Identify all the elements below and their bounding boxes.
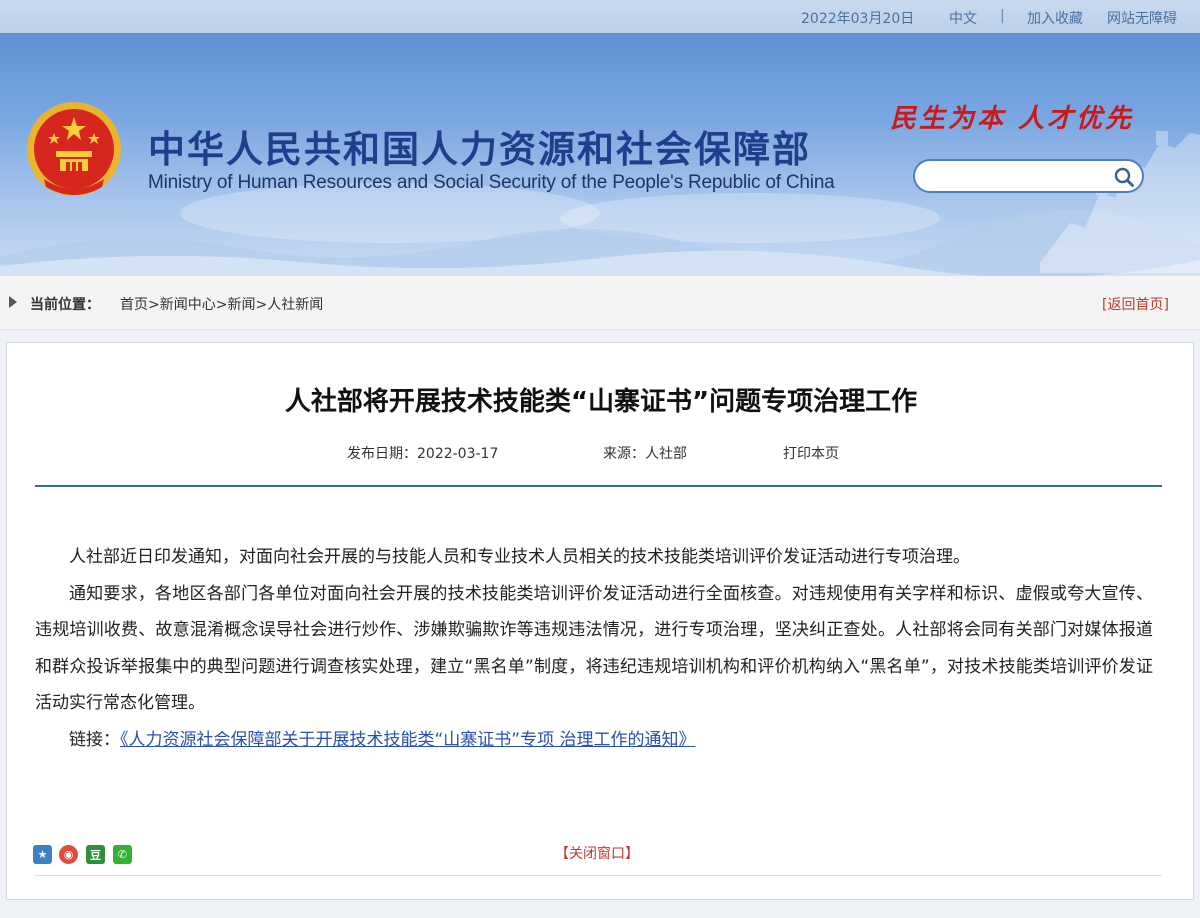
great-wall-illustration <box>1040 131 1200 273</box>
article-paragraph: 通知要求，各地区各部门各单位对面向社会开展的技术技能类培训评价发证活动进行全面核… <box>35 583 1153 714</box>
back-home-link[interactable]: [返回首页] <box>1102 294 1169 314</box>
print-page-link[interactable]: 打印本页 <box>783 443 839 463</box>
breadcrumb-separator: > <box>148 297 160 313</box>
site-banner: 中华人民共和国人力资源和社会保障部 Ministry of Human Reso… <box>0 33 1200 276</box>
related-notice-link[interactable]: 《人力资源社会保障部关于开展技术技能类“山寨证书”专项 治理工作的通知》 <box>120 730 696 750</box>
triangle-right-icon <box>9 296 17 308</box>
add-favorite-link[interactable]: 加入收藏 <box>1027 8 1083 28</box>
language-chinese-link[interactable]: 中文 <box>949 8 977 28</box>
breadcrumb-separator: > <box>215 297 228 313</box>
breadcrumb: 当前位置： 首页>新闻中心>新闻>人社新闻 [返回首页] <box>0 276 1200 330</box>
article-panel: 人社部将开展技术技能类“山寨证书”问题专项治理工作 发布日期：2022-03-1… <box>6 342 1194 900</box>
site-slogan: 民生为本 人才优先 <box>890 104 1135 134</box>
article-source: 来源：人社部 <box>603 446 687 462</box>
breadcrumb-item-hr-news[interactable]: 人社新闻 <box>267 297 323 313</box>
mountain-silhouette <box>0 210 1200 276</box>
douban-icon[interactable]: 豆 <box>86 845 105 864</box>
article-title: 人社部将开展技术技能类“山寨证书”问题专项治理工作 <box>284 387 918 417</box>
top-utility-bar: 2022年03月20日 中文 | 加入收藏 网站无障碍 <box>0 0 1200 33</box>
weibo-icon[interactable]: ◉ <box>59 845 78 864</box>
breadcrumb-path: 首页>新闻中心>新闻>人社新闻 <box>120 294 323 314</box>
qzone-icon[interactable]: ★ <box>33 845 52 864</box>
breadcrumb-item-news[interactable]: 新闻 <box>227 297 255 313</box>
bottom-divider <box>35 875 1162 876</box>
close-window-link[interactable]: 【关闭窗口】 <box>555 843 639 863</box>
breadcrumb-separator: > <box>255 297 268 313</box>
wechat-icon[interactable]: ✆ <box>113 845 132 864</box>
related-link-label: 链接： <box>69 729 120 750</box>
related-link-line: 链接：《人力资源社会保障部关于开展技术技能类“山寨证书”专项 治理工作的通知》 <box>35 722 1153 759</box>
site-title-chinese: 中华人民共和国人力资源和社会保障部 <box>148 128 811 171</box>
topbar-separator: | <box>1000 8 1005 24</box>
search-icon[interactable] <box>1113 166 1135 188</box>
site-title-english: Ministry of Human Resources and Social S… <box>148 172 835 193</box>
publish-date: 发布日期：2022-03-17 <box>347 446 499 462</box>
breadcrumb-item-news-center[interactable]: 新闻中心 <box>160 297 216 313</box>
accessibility-link[interactable]: 网站无障碍 <box>1107 8 1177 28</box>
search-box <box>913 159 1144 193</box>
article-paragraph: 人社部近日印发通知，对面向社会开展的与技能人员和专业技术人员相关的技术技能类培训… <box>69 547 970 567</box>
breadcrumb-item-home[interactable]: 首页 <box>120 297 148 313</box>
national-emblem-icon <box>27 102 121 196</box>
title-divider <box>35 485 1162 487</box>
current-date: 2022年03月20日 <box>801 11 915 27</box>
breadcrumb-label: 当前位置： <box>30 297 100 313</box>
search-input[interactable] <box>929 166 1109 188</box>
article-body: 人社部近日印发通知，对面向社会开展的与技能人员和专业技术人员相关的技术技能类培训… <box>35 539 1153 758</box>
